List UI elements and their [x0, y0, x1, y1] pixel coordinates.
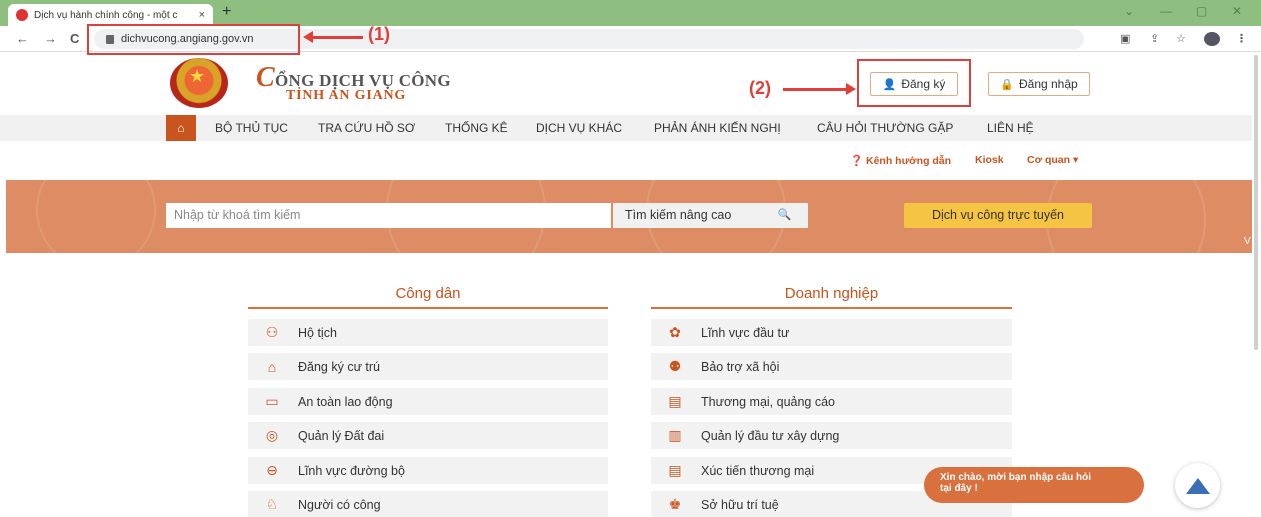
category-label: Bảo trợ xã hội: [701, 359, 780, 374]
close-window-button[interactable]: ✕: [1232, 4, 1242, 18]
tab-title: Dịch vụ hành chính công - một c: [34, 9, 178, 21]
tab-search-icon[interactable]: ⌄: [1124, 4, 1134, 18]
main-menu: ⌂ BỘ THỦ TỤC TRA CỨU HỒ SƠ THỐNG KÊ DỊCH…: [0, 115, 1252, 141]
category-dau-tu[interactable]: ✿ Lĩnh vực đầu tư: [651, 319, 1012, 346]
chatbot-icon[interactable]: [1175, 463, 1220, 508]
close-tab-icon[interactable]: ×: [199, 9, 205, 21]
category-nguoi-co-cong[interactable]: ♘ Người có công: [248, 491, 608, 517]
scrollbar-thumb[interactable]: [1254, 55, 1258, 350]
bookmark-star-icon[interactable]: ☆: [1176, 32, 1186, 45]
reload-button[interactable]: C: [70, 31, 79, 46]
category-xay-dung[interactable]: ▥ Quản lý đầu tư xây dựng: [651, 422, 1012, 449]
favicon-icon: [16, 9, 28, 21]
search-icon[interactable]: 🔍: [761, 203, 808, 228]
chat-prompt-bubble[interactable]: Xin chào, mời bạn nhập câu hỏi tại đây !: [924, 467, 1144, 503]
citizen-title: Công dân: [395, 285, 461, 302]
chatbot-logo: [1185, 477, 1210, 494]
translate-icon[interactable]: ▣: [1120, 32, 1130, 45]
menu-item-phan-anh[interactable]: PHẢN ÁNH KIẾN NGHỊ: [654, 121, 781, 135]
agency-label: Cơ quan: [1027, 154, 1071, 166]
commerce-icon: ▤: [668, 393, 682, 409]
search-input[interactable]: Nhập từ khoá tìm kiếm: [166, 203, 611, 228]
back-button[interactable]: ←: [16, 31, 29, 46]
category-ho-tich[interactable]: ⚇ Hộ tịch: [248, 319, 608, 346]
menu-item-thong-ke[interactable]: THỐNG KÊ: [445, 121, 508, 135]
category-lao-dong[interactable]: ▭ An toàn lao động: [248, 388, 608, 415]
category-label: Thương mại, quảng cáo: [701, 394, 836, 409]
menu-item-thu-tuc[interactable]: BỘ THỦ TỤC: [215, 121, 288, 135]
ip-icon: ♚: [668, 496, 682, 512]
annotation-arrow-2: [783, 83, 856, 95]
category-thuong-mai[interactable]: ▤ Thương mại, quảng cáo: [651, 388, 1012, 415]
guide-label: Kênh hướng dẫn: [866, 155, 952, 167]
menu-item-lien-he[interactable]: LIÊN HỆ: [987, 121, 1034, 135]
minimize-button[interactable]: —: [1160, 4, 1172, 18]
home-icon[interactable]: ⌂: [166, 115, 196, 141]
menu-item-cau-hoi[interactable]: CÂU HỎI THƯỜNG GẶP: [817, 121, 953, 135]
browser-menu-icon[interactable]: ⋮: [1236, 32, 1247, 45]
emblem-star-icon: ★: [189, 66, 206, 86]
online-service-button[interactable]: Dịch vụ công trực tuyến: [904, 203, 1092, 228]
register-button[interactable]: 👤 Đăng ký: [870, 72, 958, 96]
login-button[interactable]: 🔒 Đăng nhập: [988, 72, 1090, 96]
promotion-icon: ▤: [668, 462, 682, 478]
car-icon: ⊖: [266, 462, 278, 478]
category-label: Xúc tiến thương mại: [701, 463, 815, 478]
category-label: Đăng ký cư trú: [298, 359, 381, 374]
forward-button[interactable]: →: [44, 31, 57, 46]
profile-avatar[interactable]: [1204, 32, 1220, 46]
banner-more-icon[interactable]: V: [1244, 236, 1251, 247]
login-label: Đăng nhập: [1018, 77, 1078, 91]
category-bao-tro[interactable]: ⚉ Bảo trợ xã hội: [651, 353, 1012, 380]
category-dat-dai[interactable]: ◎ Quản lý Đất đai: [248, 422, 608, 449]
kiosk-link[interactable]: Kiosk: [975, 154, 1004, 166]
residence-icon: ⌂: [267, 358, 277, 375]
citizen-divider: [248, 307, 608, 309]
new-tab-button[interactable]: +: [222, 3, 231, 21]
browser-tab-strip: Dịch vụ hành chính công - một c × + ⌄ — …: [0, 0, 1261, 26]
browser-tab[interactable]: Dịch vụ hành chính công - một c ×: [8, 4, 213, 26]
land-icon: ◎: [265, 427, 279, 443]
investment-icon: ✿: [669, 324, 681, 340]
advanced-search-button[interactable]: Tìm kiếm nâng cao: [613, 203, 761, 228]
guide-link[interactable]: ❓ Kênh hướng dẫn: [850, 154, 951, 167]
category-label: Quản lý Đất đai: [298, 428, 385, 443]
menu-item-dich-vu-khac[interactable]: DỊCH VỤ KHÁC: [536, 121, 622, 135]
chat-prompt-line1: Xin chào, mời bạn nhập câu hỏi: [940, 472, 1092, 483]
business-divider: [651, 307, 1012, 309]
share-icon[interactable]: ⇪: [1150, 32, 1159, 45]
social-icon: ⚉: [668, 358, 682, 374]
site-subtitle: TỈNH AN GIANG: [286, 88, 407, 103]
category-label: Lĩnh vực đầu tư: [701, 325, 790, 340]
merit-icon: ♘: [265, 496, 279, 512]
annotation-arrow-1: [303, 31, 363, 43]
business-title: Doanh nghiệp: [784, 285, 879, 302]
annotation-label-2: (2): [749, 78, 771, 98]
agency-dropdown[interactable]: Cơ quan ▾: [1027, 154, 1078, 166]
menu-item-tra-cuu[interactable]: TRA CỨU HỒ SƠ: [318, 121, 415, 135]
chat-prompt-line2: tại đây !: [940, 483, 978, 494]
category-cu-tru[interactable]: ⌂ Đăng ký cư trú: [248, 353, 608, 380]
lock-icon: 🔒: [1000, 78, 1014, 91]
question-icon: ❓: [850, 155, 864, 167]
category-label: Sở hữu trí tuệ: [701, 497, 779, 512]
category-label: Quản lý đầu tư xây dựng: [701, 428, 840, 443]
site-title-initial: C: [256, 62, 275, 93]
safety-icon: ▭: [265, 393, 279, 409]
register-label: Đăng ký: [901, 77, 946, 91]
caret-down-icon: ▾: [1072, 154, 1079, 166]
user-plus-icon: 👤: [882, 78, 897, 91]
category-label: Người có công: [298, 497, 381, 512]
ho-tich-icon: ⚇: [265, 324, 279, 340]
building-icon: ▥: [668, 427, 682, 443]
annotation-box-1: [87, 24, 300, 55]
category-duong-bo[interactable]: ⊖ Lĩnh vực đường bộ: [248, 457, 608, 484]
category-label: Hộ tịch: [298, 325, 337, 340]
maximize-button[interactable]: ▢: [1196, 4, 1207, 18]
category-label: Lĩnh vực đường bộ: [298, 463, 405, 478]
category-label: An toàn lao động: [298, 394, 393, 409]
annotation-label-1: (1): [368, 24, 390, 44]
banner-pattern: [36, 180, 156, 253]
